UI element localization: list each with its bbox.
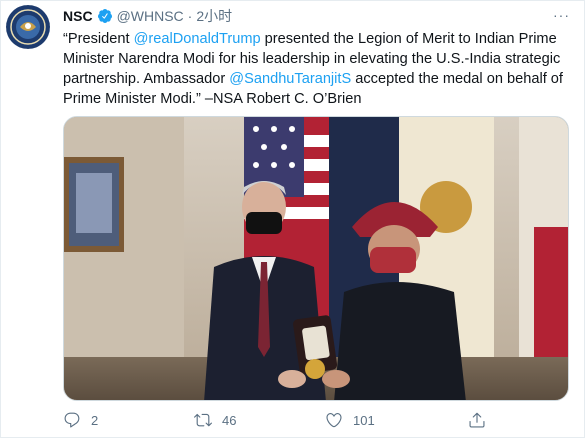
tweet-text-part: “President xyxy=(63,31,134,47)
like-count: 101 xyxy=(353,412,375,428)
reply-icon xyxy=(64,412,80,428)
tweet-card[interactable]: NSC @WHNSC · 2小时 ··· “President @realDon… xyxy=(0,0,585,438)
author-name[interactable]: NSC xyxy=(63,8,93,24)
separator-dot: · xyxy=(187,8,193,24)
tweet-photo[interactable] xyxy=(63,116,569,401)
share-icon xyxy=(469,412,485,428)
retweet-button[interactable]: 46 xyxy=(194,411,236,429)
tweet-header: NSC @WHNSC · 2小时 xyxy=(63,7,232,25)
author-handle[interactable]: @WHNSC xyxy=(117,8,184,24)
retweet-count: 46 xyxy=(222,412,237,428)
mention-link[interactable]: @realDonaldTrump xyxy=(134,31,261,47)
like-button[interactable]: 101 xyxy=(325,411,375,429)
timestamp[interactable]: 2小时 xyxy=(196,6,232,26)
verified-badge-icon xyxy=(97,8,113,24)
reply-count: 2 xyxy=(91,412,99,428)
mention-link[interactable]: @SandhuTaranjitS xyxy=(229,71,351,87)
share-button[interactable] xyxy=(468,411,486,429)
tweet-text: “President @realDonaldTrump presented th… xyxy=(63,29,578,109)
reply-button[interactable]: 2 xyxy=(63,411,98,429)
tweet-actions: 2 46 101 xyxy=(63,409,503,431)
heart-icon xyxy=(326,413,342,428)
avatar[interactable] xyxy=(6,5,50,49)
more-options-icon[interactable]: ··· xyxy=(553,7,570,23)
retweet-icon xyxy=(194,413,212,427)
